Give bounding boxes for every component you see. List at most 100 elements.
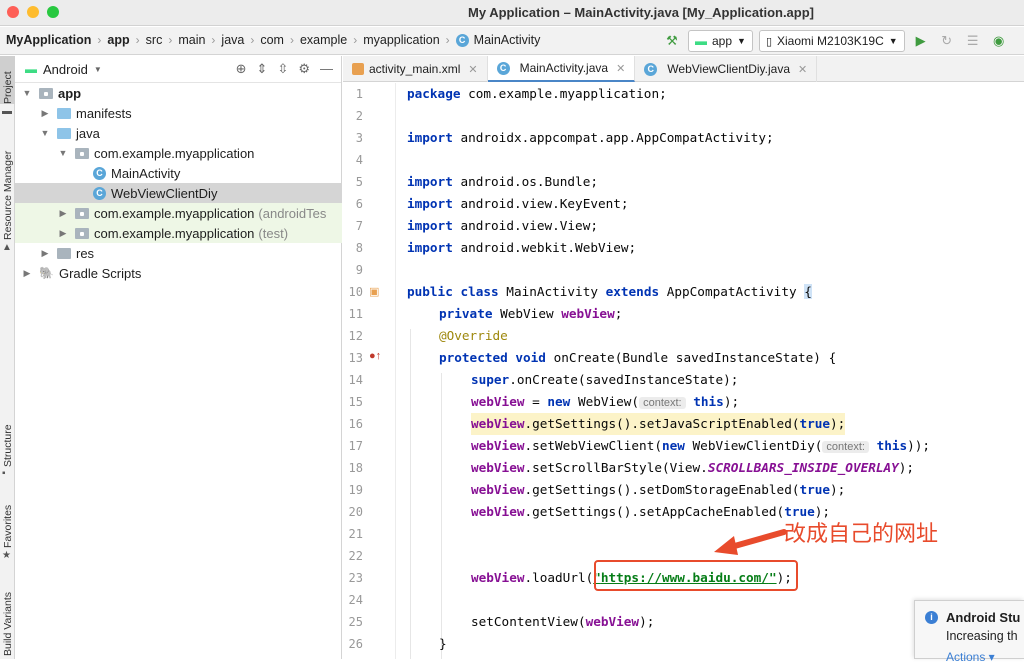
- line-number: 26: [348, 637, 363, 651]
- java-class-icon: C: [93, 186, 106, 200]
- indent-guide: [410, 329, 411, 659]
- code-line: public class MainActivity extends AppCom…: [407, 284, 812, 299]
- line-number: 17: [348, 439, 363, 453]
- tree-item-app[interactable]: ▼ app: [15, 83, 342, 103]
- code-line: import android.view.View;: [407, 218, 598, 233]
- close-window-button[interactable]: [7, 6, 19, 18]
- tab-mainactivity-java[interactable]: C MainActivity.java ✕: [487, 56, 636, 82]
- project-tool-tab[interactable]: Project: [0, 56, 15, 104]
- code-line: webView.getSettings().setAppCacheEnabled…: [471, 504, 831, 519]
- chevron-down-icon[interactable]: ▼: [39, 128, 51, 138]
- breadcrumb-item-current[interactable]: C MainActivity: [455, 33, 540, 47]
- tree-item-java[interactable]: ▼ java: [15, 123, 342, 143]
- highlight-box: [594, 560, 798, 591]
- chevron-right-icon[interactable]: ▶: [57, 208, 69, 219]
- code-line: }: [439, 636, 447, 651]
- gear-icon[interactable]: ⚙: [298, 61, 310, 77]
- folder-icon: [57, 107, 71, 119]
- breadcrumb-item[interactable]: java: [221, 33, 244, 47]
- breadcrumb-item[interactable]: app: [107, 33, 129, 47]
- close-icon[interactable]: ✕: [616, 62, 625, 75]
- chevron-right-icon: ›: [445, 33, 450, 47]
- override-marker-icon[interactable]: ●↑: [369, 350, 381, 362]
- chevron-right-icon: ›: [289, 33, 294, 47]
- code-line: webView.getSettings().setDomStorageEnabl…: [471, 482, 846, 497]
- breadcrumb-item[interactable]: myapplication: [363, 33, 439, 47]
- locate-icon[interactable]: ⊕: [236, 61, 247, 77]
- tree-item-res[interactable]: ▶ res: [15, 243, 342, 263]
- minimize-window-button[interactable]: [27, 6, 39, 18]
- tab-activity-main-xml[interactable]: activity_main.xml ✕: [343, 56, 488, 82]
- breadcrumb-item[interactable]: src: [146, 33, 163, 47]
- build-hammer-icon[interactable]: ⚒: [662, 31, 682, 51]
- apply-code-changes-icon[interactable]: ☰: [963, 31, 983, 51]
- tree-item-manifests[interactable]: ▶ manifests: [15, 103, 342, 123]
- chevron-right-icon[interactable]: ▶: [57, 228, 69, 239]
- chevron-right-icon[interactable]: ▶: [21, 268, 33, 279]
- device-select[interactable]: ▯ Xiaomi M2103K19C ▼: [758, 30, 905, 52]
- close-icon[interactable]: ✕: [798, 63, 807, 76]
- line-number: 8: [355, 241, 363, 255]
- close-icon[interactable]: ✕: [468, 63, 477, 76]
- hide-icon[interactable]: —: [320, 61, 333, 77]
- tree-item-package-androidtest[interactable]: ▶ com.example.myapplication (androidTes: [15, 203, 342, 223]
- code-line: import androidx.appcompat.app.AppCompatA…: [407, 130, 774, 145]
- notification-actions-link[interactable]: Actions ▾: [946, 650, 995, 664]
- line-number: 10: [348, 285, 363, 299]
- resource-manager-tool-tab[interactable]: Resource Manager: [0, 140, 15, 240]
- toolbar: ⚒ ▬ app ▼ ▯ Xiaomi M2103K19C ▼ ▶ ↻ ☰ ◉: [662, 30, 1009, 52]
- collapse-all-icon[interactable]: ⇳: [277, 61, 288, 77]
- chevron-down-icon: ▼: [737, 36, 746, 46]
- tab-webviewclientdiy-java[interactable]: C WebViewClientDiy.java ✕: [635, 56, 818, 82]
- chevron-down-icon[interactable]: ▼: [21, 88, 33, 98]
- parameter-hint: context:: [639, 397, 686, 409]
- line-number: 9: [355, 263, 363, 277]
- run-config-select[interactable]: ▬ app ▼: [688, 30, 753, 52]
- chevron-right-icon: ›: [250, 33, 255, 47]
- tree-item-gradle-scripts[interactable]: ▶ 🐘 Gradle Scripts: [15, 263, 342, 283]
- structure-tool-tab[interactable]: Structure: [0, 411, 15, 467]
- notification-balloon[interactable]: i Android Stu Increasing th Actions ▾: [914, 600, 1024, 664]
- breadcrumb-item[interactable]: com: [260, 33, 284, 47]
- device-label: Xiaomi M2103K19C: [777, 34, 884, 48]
- line-number: 23: [348, 571, 363, 585]
- chevron-right-icon[interactable]: ▶: [39, 248, 51, 259]
- line-number: 22: [348, 549, 363, 563]
- editor-gutter: 1 2 3 4 5 6 7 8 9 10 11 12 13 14 15 16 1…: [343, 83, 396, 659]
- module-folder-icon: [39, 87, 53, 99]
- chevron-right-icon: ›: [135, 33, 140, 47]
- project-view-select[interactable]: Android: [43, 62, 88, 77]
- debug-icon[interactable]: ◉: [989, 31, 1009, 51]
- code-line: webView.setScrollBarStyle(View.SCROLLBAR…: [471, 460, 915, 475]
- res-folder-icon: [57, 247, 71, 259]
- project-panel-tools: ⊕ ⇕ ⇳ ⚙ —: [236, 61, 333, 77]
- run-icon[interactable]: ▶: [911, 31, 931, 51]
- breadcrumb-item[interactable]: MyApplication: [6, 33, 91, 47]
- breadcrumb-item[interactable]: main: [178, 33, 205, 47]
- tree-item-webviewclientdiy[interactable]: C WebViewClientDiy: [15, 183, 342, 203]
- chevron-right-icon: ›: [97, 33, 102, 47]
- tree-item-package-test[interactable]: ▶ com.example.myapplication (test): [15, 223, 342, 243]
- build-variants-tool-tab[interactable]: Build Variants: [0, 578, 15, 656]
- tree-item-package[interactable]: ▼ com.example.myapplication: [15, 143, 342, 163]
- chevron-down-icon[interactable]: ▼: [94, 65, 102, 74]
- package-icon: [75, 227, 89, 239]
- chevron-right-icon[interactable]: ▶: [39, 108, 51, 119]
- java-class-icon: C: [644, 62, 658, 76]
- code-line: import android.webkit.WebView;: [407, 240, 637, 255]
- apply-changes-icon[interactable]: ↻: [937, 31, 957, 51]
- window-controls: [7, 6, 59, 18]
- line-number: 3: [355, 131, 363, 145]
- tree-item-mainactivity[interactable]: C MainActivity: [15, 163, 342, 183]
- chevron-down-icon[interactable]: ▼: [57, 148, 69, 158]
- line-number: 24: [348, 593, 363, 607]
- layout-file-gutter-icon[interactable]: ▣: [369, 285, 379, 298]
- project-panel: ▬ Android ▼ ⊕ ⇕ ⇳ ⚙ — ▼ app ▶ manifests ▼ j…: [15, 56, 342, 659]
- zoom-window-button[interactable]: [47, 6, 59, 18]
- expand-all-icon[interactable]: ⇕: [257, 61, 268, 77]
- notification-body: Increasing th: [946, 629, 1018, 643]
- breadcrumb-item[interactable]: example: [300, 33, 347, 47]
- favorites-tool-tab[interactable]: Favorites: [0, 496, 15, 548]
- breadcrumb: MyApplication › app › src › main › java › com…: [6, 33, 540, 47]
- line-number: 6: [355, 197, 363, 211]
